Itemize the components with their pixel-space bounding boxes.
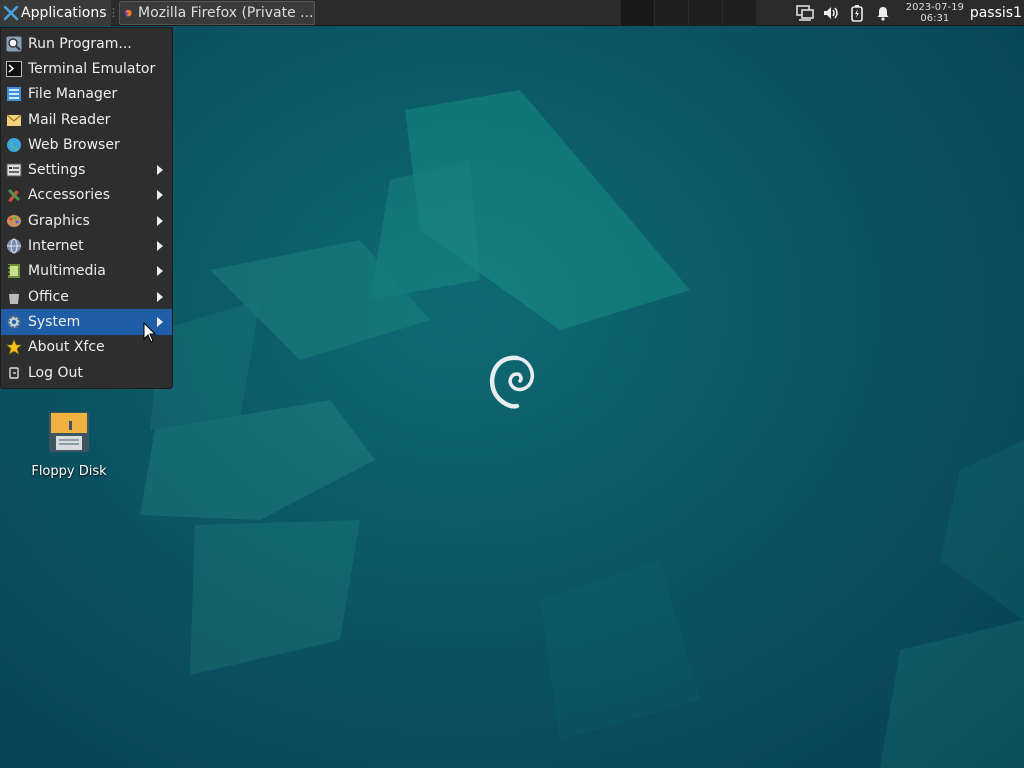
menu-item-terminal-emulator[interactable]: Terminal Emulator xyxy=(1,56,172,81)
menu-item-file-manager[interactable]: File Manager xyxy=(1,82,172,107)
taskbar-item-label: Mozilla Firefox (Private ... xyxy=(137,4,314,21)
menu-item-label: About Xfce xyxy=(28,339,105,356)
taskbar-item-firefox[interactable]: Mozilla Firefox (Private ... xyxy=(118,0,315,25)
submenu-arrow-icon xyxy=(157,215,163,226)
menu-item-label: File Manager xyxy=(28,86,118,103)
clock[interactable]: 2023-07-19 06:31 xyxy=(906,2,964,24)
applications-label: Applications xyxy=(21,4,107,21)
workspace-switcher[interactable] xyxy=(619,0,756,26)
menu-item-multimedia[interactable]: Multimedia xyxy=(1,259,172,284)
desktop-icon-floppy-disk[interactable]: Floppy Disk xyxy=(22,410,116,479)
office-icon xyxy=(6,289,22,305)
user-menu[interactable]: passis1 xyxy=(970,5,1024,21)
internet-icon xyxy=(6,238,22,254)
menu-item-internet[interactable]: Internet xyxy=(1,233,172,258)
debian-logo xyxy=(489,355,534,409)
menu-item-web-browser[interactable]: Web Browser xyxy=(1,132,172,157)
battery-icon[interactable] xyxy=(844,4,870,22)
submenu-arrow-icon xyxy=(157,316,163,327)
globe-icon xyxy=(6,137,22,153)
file-manager-icon xyxy=(6,86,22,102)
xfce-logo-icon xyxy=(3,5,19,20)
menu-item-label: Web Browser xyxy=(28,136,120,153)
desktop-icon-label: Floppy Disk xyxy=(31,464,107,479)
menu-item-run-program[interactable]: Run Program... xyxy=(1,31,172,56)
submenu-arrow-icon xyxy=(157,190,163,201)
menu-item-label: Multimedia xyxy=(28,263,106,280)
menu-item-graphics[interactable]: Graphics xyxy=(1,208,172,233)
panel-handle[interactable]: ⋮ xyxy=(108,0,119,26)
workspace-2[interactable] xyxy=(653,0,688,26)
applications-menu-button[interactable]: Applications xyxy=(0,0,111,26)
menu-item-label: Accessories xyxy=(28,187,111,204)
menu-item-label: Log Out xyxy=(28,364,83,381)
menu-item-mail-reader[interactable]: Mail Reader xyxy=(1,107,172,132)
system-tray: 2023-07-19 06:31 passis1 xyxy=(792,0,1024,26)
menu-item-label: Graphics xyxy=(28,212,90,229)
multimedia-icon xyxy=(6,263,22,279)
mouse-cursor-icon xyxy=(143,322,157,343)
menu-item-accessories[interactable]: Accessories xyxy=(1,183,172,208)
top-panel: Applications ⋮ Mozilla Firefox (Private … xyxy=(0,0,1024,26)
floppy-disk-icon xyxy=(49,412,89,452)
firefox-icon xyxy=(124,8,132,17)
menu-item-label: Settings xyxy=(28,162,86,179)
logout-icon xyxy=(6,365,22,381)
submenu-arrow-icon xyxy=(157,165,163,176)
menu-item-label: Terminal Emulator xyxy=(28,60,156,77)
menu-item-label: Office xyxy=(28,288,69,305)
menu-item-office[interactable]: Office xyxy=(1,284,172,309)
mail-icon xyxy=(6,112,22,128)
accessories-icon xyxy=(6,187,22,203)
star-icon xyxy=(6,339,22,355)
menu-item-settings[interactable]: Settings xyxy=(1,157,172,182)
menu-item-label: Internet xyxy=(28,238,84,255)
menu-item-label: Mail Reader xyxy=(28,111,111,128)
menu-item-label: Run Program... xyxy=(28,35,132,52)
terminal-icon xyxy=(6,60,22,77)
menu-item-label: System xyxy=(28,313,81,330)
network-icon[interactable] xyxy=(792,4,818,22)
clock-date: 2023-07-19 xyxy=(905,1,964,13)
menu-item-log-out[interactable]: Log Out xyxy=(1,360,172,385)
workspace-3[interactable] xyxy=(687,0,722,26)
gear-icon xyxy=(6,314,22,330)
settings-icon xyxy=(6,162,22,178)
volume-icon[interactable] xyxy=(818,5,844,21)
submenu-arrow-icon xyxy=(157,291,163,302)
workspace-1[interactable] xyxy=(619,0,654,26)
workspace-4[interactable] xyxy=(721,0,756,26)
notification-bell-icon[interactable] xyxy=(870,5,896,21)
search-icon xyxy=(6,36,22,52)
submenu-arrow-icon xyxy=(157,241,163,252)
graphics-icon xyxy=(6,213,22,229)
submenu-arrow-icon xyxy=(157,266,163,277)
clock-time: 06:31 xyxy=(920,12,950,24)
